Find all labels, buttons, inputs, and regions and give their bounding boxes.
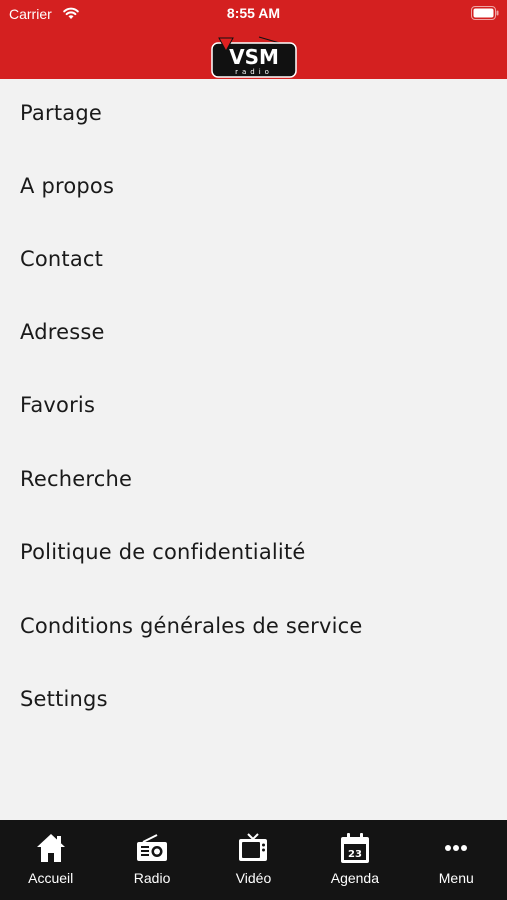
menu-item-label: Adresse [20,320,105,344]
menu-item-label: Recherche [20,467,133,491]
menu-item-favoris[interactable]: Favoris [0,371,507,444]
menu-item-label: A propos [20,174,115,198]
tab-label: Accueil [28,870,74,886]
header: Carrier 8:55 AM VSM radio [0,0,507,79]
logo-subtext: radio [235,68,273,76]
tab-bar: Accueil Radio Vidéo 23 Agenda Menu [0,820,507,900]
tab-menu[interactable]: Menu [406,820,507,900]
vsm-radio-logo: VSM radio [211,36,297,78]
calendar-day: 23 [348,849,362,860]
menu-item-partage[interactable]: Partage [0,79,507,152]
tab-label: Vidéo [235,870,272,886]
menu-list: Partage A propos Contact Adresse Favoris… [0,79,507,820]
tab-radio[interactable]: Radio [101,820,202,900]
status-bar: Carrier 8:55 AM [0,0,507,28]
more-icon [445,845,468,851]
menu-item-conditions-generales[interactable]: Conditions générales de service [0,592,507,665]
menu-item-label: Settings [20,687,108,711]
tab-label: Menu [438,870,474,886]
menu-item-label: Contact [20,247,104,271]
tab-video[interactable]: Vidéo [203,820,304,900]
menu-item-label: Partage [20,101,102,125]
tv-icon [239,833,268,861]
menu-item-settings[interactable]: Settings [0,665,507,738]
tab-label: Agenda [330,870,380,886]
tab-agenda[interactable]: 23 Agenda [304,820,405,900]
radio-icon [137,834,168,861]
menu-item-a-propos[interactable]: A propos [0,152,507,225]
menu-item-label: Favoris [20,393,96,417]
menu-item-politique-confidentialite[interactable]: Politique de confidentialité [0,518,507,591]
tab-label: Radio [133,870,171,886]
status-time: 8:55 AM [226,5,281,21]
tab-accueil[interactable]: Accueil [0,820,101,900]
menu-item-adresse[interactable]: Adresse [0,298,507,371]
battery-icon [471,6,499,20]
menu-item-label: Conditions générales de service [20,614,363,638]
menu-item-label: Politique de confidentialité [20,540,306,564]
app-screen: Carrier 8:55 AM VSM radio Partage A prop… [0,0,507,900]
menu-item-contact[interactable]: Contact [0,225,507,298]
menu-item-recherche[interactable]: Recherche [0,445,507,518]
logo-text: VSM [229,45,279,69]
calendar-icon: 23 [340,833,369,863]
home-icon [36,834,65,862]
